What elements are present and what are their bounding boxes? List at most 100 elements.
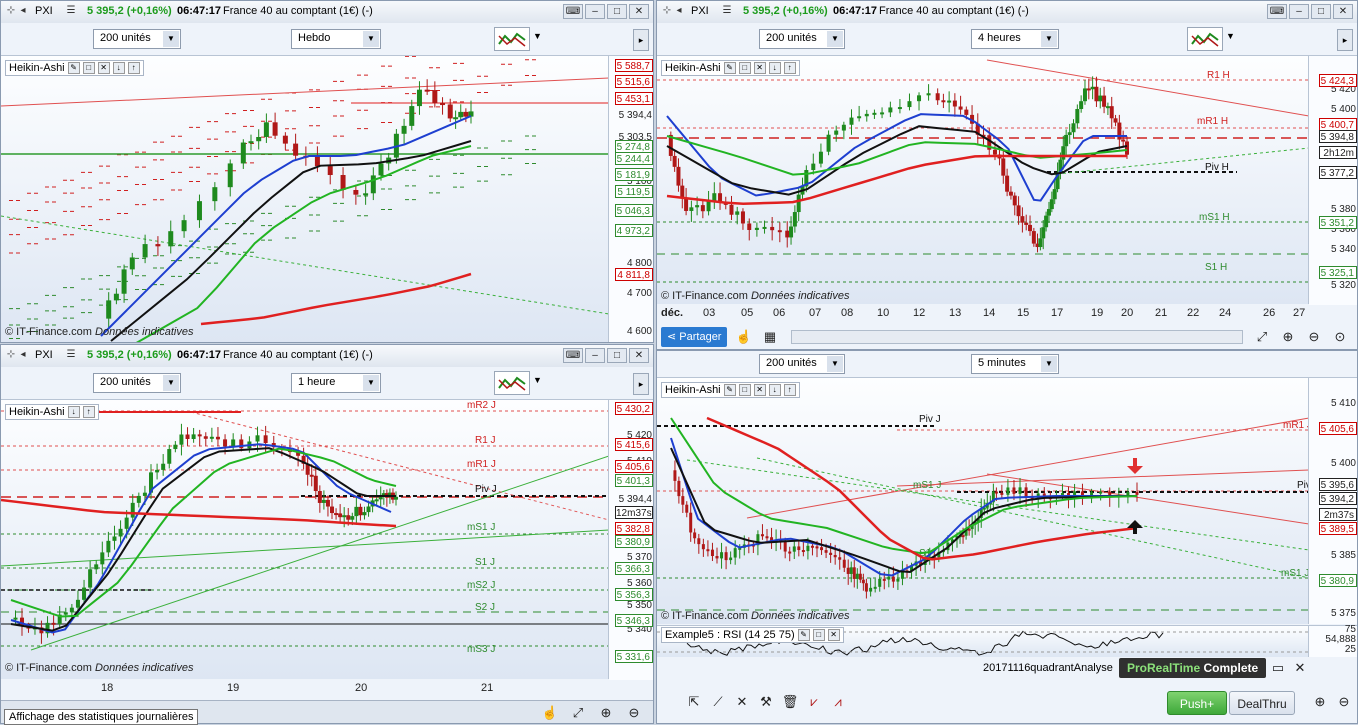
zoom-in-icon[interactable]: ⊕ [1279,328,1297,346]
pattern-up-icon[interactable]: ⩗ [805,693,823,711]
window-titlebar[interactable]: ⊹ ◂ PXI ☰ 5 395,2 (+0,16%) 06:47:17 Fran… [1,345,653,368]
chevron-down-icon[interactable]: ▼ [1226,31,1236,41]
pin-icon[interactable]: ⊹ [5,5,17,17]
window-titlebar[interactable]: ⊹ ◂ PXI ☰ 5 395,2 (+0,16%) 06:47:17 Fran… [657,1,1357,24]
window-icon[interactable]: □ [738,384,751,397]
chart-plot-area[interactable]: Heikin-Ashi ✎ □ ✕ ↓ ↑ R1 H mR1 H Piv H mS1 H S1 H… [657,55,1357,305]
indicator-label[interactable]: Heikin-Ashi ↓ ↑ [5,404,99,421]
close-icon[interactable]: ✕ [1291,659,1309,677]
timeframe-select[interactable]: 4 heures ▼ [971,29,1059,49]
trend-tool-icon[interactable]: ✕ [733,693,751,711]
restore-icon[interactable]: ▭ [1269,659,1287,677]
symbol-label[interactable]: PXI [35,349,53,361]
panel-toggle-button[interactable]: ▸ [1337,29,1353,51]
horizontal-scrollbar[interactable] [791,330,1243,344]
maximize-button[interactable]: □ [1311,4,1331,19]
trash-icon[interactable]: 🗑 [781,693,799,711]
timeframe-select[interactable]: Hebdo ▼ [291,29,381,49]
analysis-name[interactable]: 20171116quadrantAnalyse [983,662,1113,674]
remove-icon[interactable]: ✕ [97,62,110,75]
list-icon[interactable]: ☰ [65,5,77,17]
window-icon[interactable]: □ [738,62,751,75]
minimize-button[interactable]: – [585,348,605,363]
zoom-in-icon[interactable]: ⊕ [1311,693,1329,711]
link-icon[interactable]: ◂ [17,349,29,361]
symbol-label[interactable]: PXI [691,5,709,17]
window-titlebar[interactable]: ⊹ ◂ PXI ☰ 5 395,2 (+0,16%) 06:47:17 Fran… [1,1,653,24]
list-icon[interactable]: ☰ [721,5,733,17]
zoom-fit-icon[interactable]: ⤢ [1253,328,1271,346]
down-arrow-icon[interactable]: ↓ [67,406,80,419]
zoom-reset-icon[interactable]: ⊙ [1331,328,1349,346]
wrench-icon[interactable]: ✎ [723,62,736,75]
link-icon[interactable]: ◂ [673,5,685,17]
dealthru-button[interactable]: DealThru [1229,691,1295,715]
line-tool-icon[interactable]: ⟋ [709,693,727,711]
cursor-icon[interactable]: ☝ [735,328,753,346]
price-axis[interactable]: 5 394,45 303,55 2005 1005 0004 9004 8004… [608,56,653,342]
up-arrow-icon[interactable]: ↑ [783,62,796,75]
down-arrow-icon[interactable]: ↓ [112,62,125,75]
chevron-down-icon[interactable]: ▼ [533,375,543,385]
pin-icon[interactable]: ⊹ [661,5,673,17]
chart-plot-area[interactable]: Heikin-Ashi ✎ □ ✕ ↓ ↑ © IT-Finance.com Donnée… [1,55,653,342]
window-icon[interactable]: □ [812,629,825,642]
remove-icon[interactable]: ✕ [827,629,840,642]
wrench-icon[interactable]: ✎ [67,62,80,75]
remove-icon[interactable]: ✕ [753,62,766,75]
price-axis[interactable]: 5 410 5 400 5 385 5 375 5 405,6 5 395,6 5 394,… [1308,378,1357,624]
remove-icon[interactable]: ✕ [753,384,766,397]
cursor-icon[interactable]: ⇱ [685,693,703,711]
cursor-icon[interactable]: ☝ [541,704,559,722]
symbol-label[interactable]: PXI [35,5,53,17]
tools-icon[interactable]: ⚒ [757,693,775,711]
time-axis[interactable]: déc. 03 05 06 07 08 10 12 13 14 15 17 19 20 21 22 24 26 27 [657,304,1309,324]
chart-type-button[interactable] [494,27,530,51]
table-icon[interactable]: ▦ [761,328,779,346]
window-icon[interactable]: □ [82,62,95,75]
indicator-label[interactable]: Heikin-Ashi ✎ □ ✕ ↓ ↑ [661,382,800,399]
chart-plot-area[interactable]: Heikin-Ashi ↓ ↑ mR2 J R1 J mR1 J Piv J mS1 J S1… [1,399,653,680]
indicator-label[interactable]: Heikin-Ashi ✎ □ ✕ ↓ ↑ [661,60,800,77]
minimize-button[interactable]: – [1289,4,1309,19]
units-select[interactable]: 200 unités ▼ [759,29,845,49]
push-button[interactable]: Push+ [1167,691,1227,715]
keyboard-icon[interactable]: ⌨ [563,348,583,363]
timeframe-select[interactable]: 5 minutes ▼ [971,354,1059,374]
up-arrow-icon[interactable]: ↑ [783,384,796,397]
keyboard-icon[interactable]: ⌨ [563,4,583,19]
chart-type-button[interactable] [494,371,530,395]
panel-toggle-button[interactable]: ▸ [633,29,649,51]
link-icon[interactable]: ◂ [17,5,29,17]
down-arrow-icon[interactable]: ↓ [768,384,781,397]
zoom-out-icon[interactable]: ⊖ [1335,693,1353,711]
close-button[interactable]: ✕ [629,4,649,19]
minimize-button[interactable]: – [585,4,605,19]
maximize-button[interactable]: □ [607,348,627,363]
chart-plot-area[interactable]: Heikin-Ashi✎□✕↓↑ Piv JmR1 JmS1 JPiv JS1m… [657,377,1357,624]
down-arrow-icon[interactable]: ↓ [768,62,781,75]
maximize-button[interactable]: □ [607,4,627,19]
indicator-label[interactable]: Heikin-Ashi ✎ □ ✕ ↓ ↑ [5,60,144,77]
rsi-axis[interactable]: 75 54,888 25 [1308,624,1357,658]
price-axis[interactable]: 5 4205 4005 3805 3605 3405 3205 424,35 4… [1308,56,1357,305]
wrench-icon[interactable]: ✎ [723,384,736,397]
zoom-out-icon[interactable]: ⊖ [625,704,643,722]
pattern-down-icon[interactable]: ⩘ [829,693,847,711]
up-arrow-icon[interactable]: ↑ [127,62,140,75]
rsi-label[interactable]: Example5 : RSI (14 25 75) ✎ □ ✕ [661,627,844,644]
chevron-down-icon[interactable]: ▼ [533,31,543,41]
price-axis[interactable]: 5 4205 4105 394,45 3705 3605 3505 3405 4… [608,400,653,680]
keyboard-icon[interactable]: ⌨ [1267,4,1287,19]
units-select[interactable]: 200 unités ▼ [93,373,181,393]
panel-toggle-button[interactable]: ▸ [633,373,649,395]
close-button[interactable]: ✕ [1333,4,1353,19]
wrench-icon[interactable]: ✎ [797,629,810,642]
rsi-panel[interactable]: Example5 : RSI (14 25 75) ✎ □ ✕ 75 54,888 25 [657,624,1357,658]
up-arrow-icon[interactable]: ↑ [82,406,95,419]
units-select[interactable]: 200 unités ▼ [93,29,181,49]
time-axis[interactable]: 18 19 20 21 [1,679,609,699]
share-button[interactable]: ⋖ Partager [661,327,728,347]
chart-type-button[interactable] [1187,27,1223,51]
units-select[interactable]: 200 unités ▼ [759,354,845,374]
